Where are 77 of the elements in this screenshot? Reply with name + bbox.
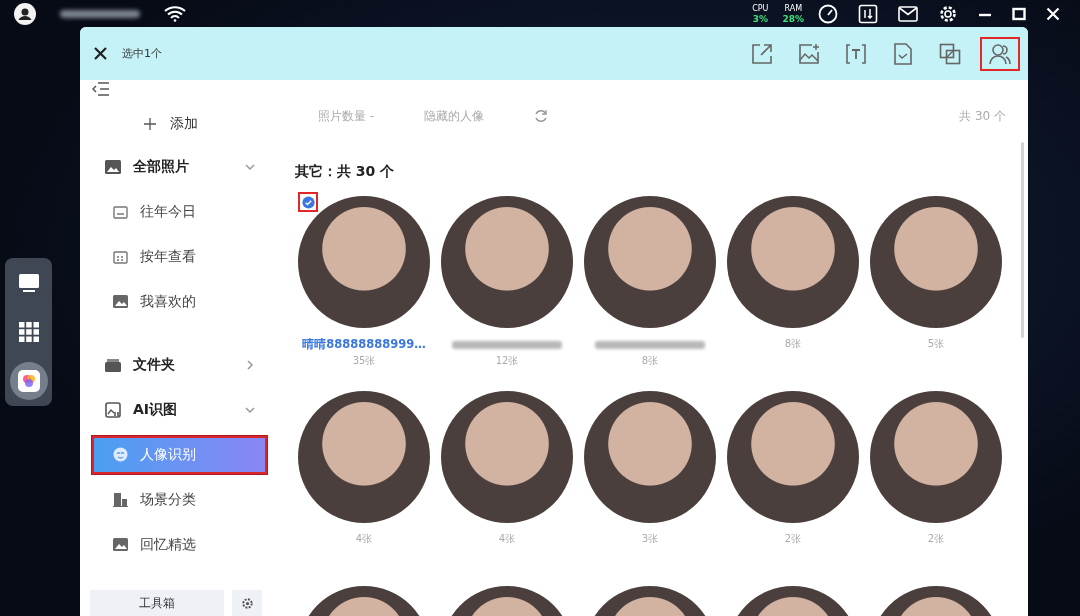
person-name[interactable]: 晴晴88888888999…	[302, 336, 426, 353]
ai-image-icon	[105, 401, 121, 418]
text-box-icon	[845, 42, 867, 65]
document-icon	[893, 42, 913, 65]
photo-count: 8张	[784, 337, 802, 351]
image-icon	[113, 295, 128, 308]
sidebar-group[interactable]: 全部照片	[92, 144, 280, 189]
sidebar-item[interactable]: 人像识别	[92, 435, 267, 474]
sidebar-item[interactable]: 我喜欢的	[92, 279, 266, 324]
overlap-squares-icon	[939, 42, 961, 65]
plus-icon	[144, 118, 156, 130]
people-icon	[989, 42, 1011, 65]
maximize-icon[interactable]	[1012, 6, 1026, 21]
person-tile[interactable]: 2张	[727, 387, 859, 582]
folder-icon	[105, 357, 121, 372]
close-icon[interactable]	[94, 47, 107, 60]
ram-value: 28%	[782, 13, 804, 25]
export-icon	[751, 42, 773, 65]
person-tile[interactable]: 5张	[870, 192, 1002, 387]
total-count: 共 30 个	[959, 107, 1006, 125]
calendar-icon	[113, 204, 128, 219]
scrollbar[interactable]	[1021, 142, 1024, 338]
image-add-icon	[798, 42, 820, 65]
toolbar-button[interactable]	[980, 36, 1020, 71]
settings-icon	[240, 596, 254, 610]
person-tile[interactable]: 4张	[298, 387, 430, 582]
cpu-label: CPU	[752, 2, 769, 14]
gauge-icon[interactable]	[818, 3, 838, 24]
download-box-icon[interactable]	[858, 3, 878, 24]
settings-button[interactable]	[232, 590, 262, 616]
photo-count: 2张	[784, 532, 802, 546]
selection-count: 选中1个	[122, 46, 162, 61]
toolbox-button[interactable]: 工具箱	[90, 590, 224, 616]
wifi-icon[interactable]	[164, 5, 186, 22]
sidebar-item[interactable]: 回忆精选	[92, 522, 266, 567]
sidebar-item[interactable]: 按年查看	[92, 234, 266, 279]
sort-by-count-filter[interactable]: 照片数量 -	[318, 107, 375, 125]
monitor-icon	[17, 272, 40, 293]
hidden-faces-filter[interactable]: 隐藏的人像	[424, 107, 485, 125]
dock-app-button[interactable]	[9, 362, 48, 401]
photo-count: 4张	[355, 532, 373, 546]
add-button[interactable]: 添加	[144, 115, 198, 133]
person-tile[interactable]: 2张	[870, 387, 1002, 582]
sidebar-group[interactable]: AI识图	[92, 387, 280, 432]
checkbox-checked[interactable]	[298, 192, 318, 212]
photos-app-icon	[17, 370, 40, 393]
cpu-value: 3%	[752, 13, 768, 25]
settings-icon[interactable]	[938, 3, 958, 24]
photo-count: 12张	[495, 354, 519, 368]
person-tile[interactable]: 8张	[727, 192, 859, 387]
photo-count: 8张	[641, 354, 659, 368]
ram-label: RAM	[784, 2, 803, 14]
photo-count: 4张	[498, 532, 516, 546]
collapse-sidebar-icon[interactable]	[92, 82, 110, 96]
person-tile[interactable]: 12张	[441, 192, 573, 387]
photo-count: 5张	[927, 337, 945, 351]
sidebar-item[interactable]: 场景分类	[92, 477, 266, 522]
refresh-icon[interactable]	[534, 109, 549, 123]
face-icon	[113, 447, 128, 462]
photo-count: 3张	[641, 532, 659, 546]
person-tile[interactable]: 3张	[584, 387, 716, 582]
person-tile[interactable]: 8张	[584, 192, 716, 387]
section-title: 其它：共 30 个	[295, 162, 396, 181]
chevron-right-icon	[244, 358, 256, 371]
image-icon	[105, 159, 121, 174]
person-tile[interactable]: 4张	[441, 387, 573, 582]
sidebar-item[interactable]: 往年今日	[92, 189, 266, 234]
image-icon	[113, 538, 128, 551]
person-tile[interactable]: 晴晴88888888999… 35张	[298, 192, 430, 387]
photo-count: 2张	[927, 532, 945, 546]
grid-icon	[18, 322, 39, 342]
mail-icon[interactable]	[898, 5, 918, 22]
calendar-icon	[113, 249, 128, 264]
building-icon	[113, 492, 128, 507]
sidebar-group[interactable]: 文件夹	[92, 342, 280, 387]
photo-count: 35张	[352, 354, 376, 368]
user-avatar-icon[interactable]	[14, 2, 36, 25]
